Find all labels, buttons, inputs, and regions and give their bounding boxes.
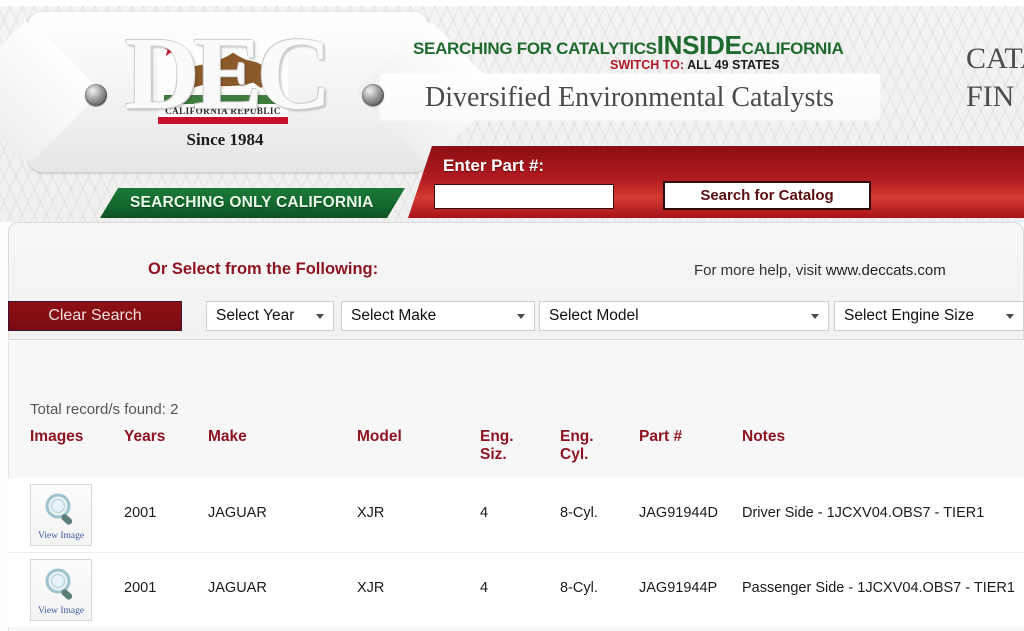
cell-model: XJR — [357, 505, 385, 521]
finder-title: CATA FIN — [966, 40, 1024, 116]
finder-title-line2: FIN — [966, 80, 1015, 113]
column-header-make: Make — [208, 428, 247, 445]
select-model-value: Select Model — [549, 307, 639, 324]
site-header: ★ CALIFORNIA REPUBLIC DEC Since 1984 SEA… — [0, 0, 1024, 222]
magnifier-icon — [45, 568, 73, 600]
column-header-years: Years — [124, 428, 166, 445]
cell-notes: Driver Side - 1JCXV04.OBS7 - TIER1 — [742, 505, 985, 521]
dec-logo[interactable]: ★ CALIFORNIA REPUBLIC DEC Since 1984 — [110, 18, 340, 158]
chevron-down-icon — [1006, 313, 1014, 319]
cell-notes: Passenger Side - 1JCXV04.OBS7 - TIER1 — [742, 580, 1015, 596]
switch-to-target[interactable]: ALL 49 STATES — [687, 58, 779, 72]
select-year-dropdown[interactable]: Select Year — [206, 301, 334, 331]
cell-part: JAG91944P — [639, 580, 718, 596]
magnifier-icon — [45, 493, 73, 525]
tagline-lead: SEARCHING FOR CATALYTICS — [413, 39, 657, 58]
help-text: For more help, visit www.deccats.com — [694, 262, 946, 279]
view-image-button[interactable]: View Image — [30, 484, 92, 546]
tagline-tail: CALIFORNIA — [741, 39, 844, 58]
column-header-notes: Notes — [742, 428, 786, 445]
chevron-down-icon — [811, 313, 819, 319]
column-header-eng-siz: Eng. Siz. — [480, 428, 514, 464]
catalog-finder-page: ★ CALIFORNIA REPUBLIC DEC Since 1984 SEA… — [0, 0, 1024, 631]
results-table-body: View Image 2001 JAGUAR XJR 4 8-Cyl. JAG9… — [8, 478, 1024, 627]
column-header-images: Images — [30, 428, 84, 445]
searching-scope-banner-label: SEARCHING ONLY CALIFORNIA — [130, 194, 374, 211]
column-header-eng-cyl-line2: Cyl. — [560, 446, 589, 463]
help-text-prefix: For more help, visit — [694, 262, 826, 279]
select-engine-size-dropdown[interactable]: Select Engine Size — [834, 301, 1024, 331]
part-number-input[interactable] — [434, 184, 614, 209]
clear-search-button[interactable]: Clear Search — [8, 301, 182, 331]
table-row: View Image 2001 JAGUAR XJR 4 8-Cyl. JAG9… — [8, 478, 1024, 552]
select-model-dropdown[interactable]: Select Model — [539, 301, 829, 331]
search-scope-tagline: SEARCHING FOR CATALYTICSINSIDECALIFORNIA — [413, 30, 883, 61]
total-records-label: Total record/s found: 2 — [30, 401, 179, 418]
column-header-eng-siz-line2: Siz. — [480, 446, 507, 463]
or-select-heading: Or Select from the Following: — [148, 260, 379, 278]
deccats-link[interactable]: www.deccats.com — [826, 262, 946, 279]
switch-scope-line[interactable]: SWITCH TO: ALL 49 STATES — [610, 58, 779, 72]
results-table-header: Images Years Make Model Eng. Siz. Eng. C… — [8, 428, 1024, 474]
screw-icon — [85, 84, 107, 106]
cell-make: JAGUAR — [208, 505, 267, 521]
select-engine-size-value: Select Engine Size — [844, 307, 975, 324]
tagline-emphasis: INSIDE — [656, 30, 742, 60]
cell-make: JAGUAR — [208, 580, 267, 596]
cell-eng-siz: 4 — [480, 580, 489, 596]
select-make-value: Select Make — [351, 307, 437, 324]
column-header-eng-cyl: Eng. Cyl. — [560, 428, 594, 464]
searching-scope-banner: SEARCHING ONLY CALIFORNIA — [100, 188, 405, 218]
view-image-label: View Image — [37, 606, 85, 616]
chevron-down-icon — [316, 313, 324, 319]
view-image-button[interactable]: View Image — [30, 559, 92, 621]
table-row: View Image 2001 JAGUAR XJR 4 8-Cyl. JAG9… — [8, 552, 1024, 627]
view-image-label: View Image — [37, 531, 85, 541]
logo-letters: DEC — [124, 16, 332, 131]
column-header-part: Part # — [639, 428, 683, 445]
column-header-eng-cyl-line1: Eng. — [560, 428, 594, 445]
enter-part-label: Enter Part #: — [443, 156, 545, 175]
cell-eng-cyl: 8-Cyl. — [560, 580, 598, 596]
switch-to-label: SWITCH TO: — [610, 58, 685, 72]
search-for-catalog-button[interactable]: Search for Catalog — [663, 181, 871, 210]
screw-icon — [362, 84, 384, 106]
column-header-eng-siz-line1: Eng. — [480, 428, 514, 445]
header-top-rule — [0, 0, 1024, 6]
select-year-value: Select Year — [216, 307, 295, 324]
cell-part: JAG91944D — [639, 505, 718, 521]
cell-years: 2001 — [124, 580, 157, 596]
company-name: Diversified Environmental Catalysts — [425, 82, 835, 113]
finder-title-line1: CATA — [966, 42, 1024, 75]
logo-since-text: Since 1984 — [186, 130, 264, 149]
column-header-model: Model — [357, 428, 402, 445]
chevron-down-icon — [517, 313, 525, 319]
select-make-dropdown[interactable]: Select Make — [341, 301, 535, 331]
cell-eng-cyl: 8-Cyl. — [560, 505, 598, 521]
cell-model: XJR — [357, 580, 385, 596]
cell-years: 2001 — [124, 505, 157, 521]
cell-eng-siz: 4 — [480, 505, 489, 521]
